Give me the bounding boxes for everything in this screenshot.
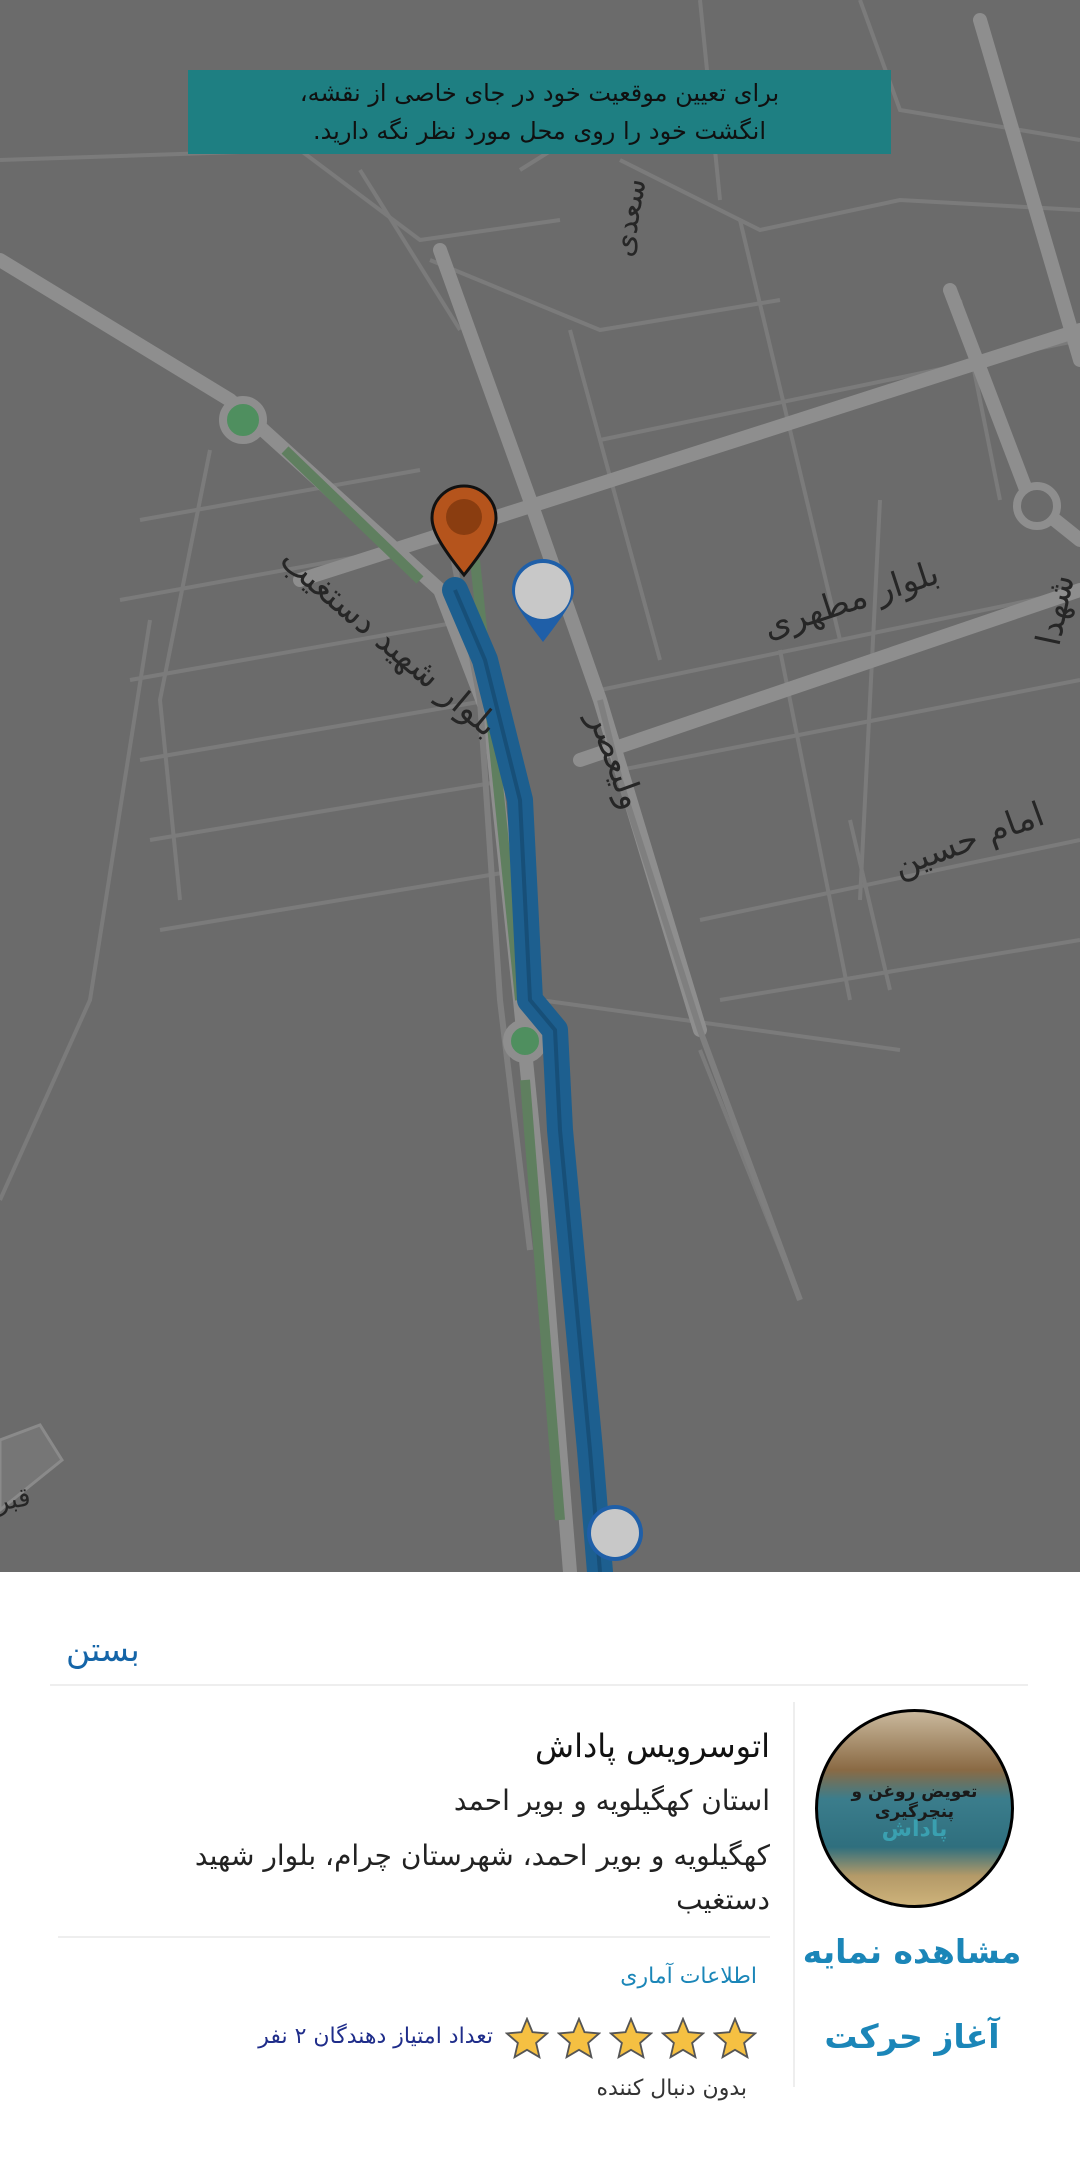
place-address: کهگیلویه و بویر احمد، شهرستان چرام، بلوا… — [194, 1839, 770, 1916]
place-title: اتوسرویس پاداش — [535, 1727, 770, 1765]
close-button[interactable]: بستن — [66, 1630, 140, 1669]
view-profile-button[interactable]: مشاهده نمایه — [792, 1932, 1032, 1971]
hint-line-2: انگشت خود را روی محل مورد نظر نگه دارید. — [312, 117, 767, 145]
star-icon — [609, 2017, 653, 2059]
origin-pin-icon — [430, 484, 498, 578]
avatar-sign-text: تعویض روغن و پنچرگیری — [851, 1782, 978, 1822]
divider — [58, 1936, 770, 1938]
followers-count: بدون دنبال کننده — [596, 2076, 747, 2101]
avatar-sign-name: پاداش — [881, 1817, 948, 1842]
star-icon — [713, 2017, 757, 2059]
map-roads — [0, 0, 1080, 1572]
statistics-link[interactable]: اطلاعات آماری — [620, 1964, 757, 1989]
divider — [50, 1684, 1028, 1686]
location-hint-banner: برای تعیین موقعیت خود در جای خاصی از نقش… — [188, 70, 891, 154]
hint-line-1: برای تعیین موقعیت خود در جای خاصی از نقش… — [299, 79, 780, 107]
map-view[interactable]: سعدی بلوار شهید دستغیب بلوار مطهری شهدا … — [0, 0, 1080, 1572]
start-navigation-button[interactable]: آغاز حرکت — [792, 2017, 1032, 2056]
current-location-pin-icon — [512, 559, 574, 642]
destination-pin-icon — [587, 1505, 643, 1561]
street-label-ghabr: قبر — [0, 1482, 33, 1518]
star-icon — [661, 2017, 705, 2059]
place-avatar[interactable]: تعویض روغن و پنچرگیری پاداش — [815, 1709, 1014, 1908]
star-icon — [505, 2017, 549, 2059]
place-details-sheet: بستن تعویض روغن و پنچرگیری پاداش مشاهده … — [0, 1572, 1080, 2167]
star-icon — [557, 2017, 601, 2059]
rating-stars[interactable] — [505, 2017, 757, 2059]
place-province: استان کهگیلویه و بویر احمد — [453, 1784, 770, 1817]
raters-count: تعداد امتیاز دهندگان ۲ نفر — [258, 2024, 493, 2049]
